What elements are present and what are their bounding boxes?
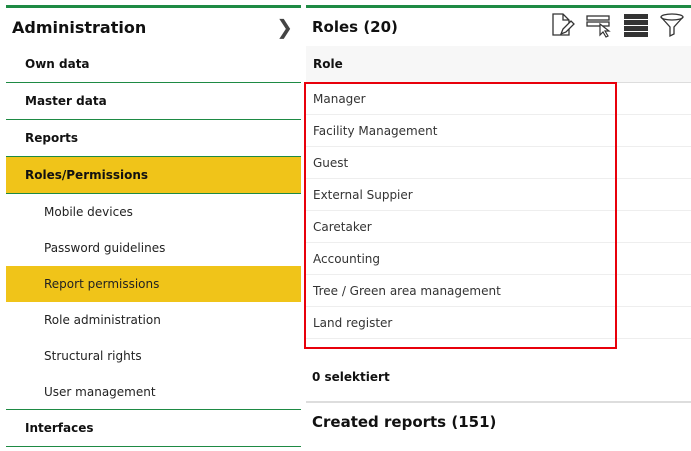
sidebar-item-master-data[interactable]: Master data (6, 83, 301, 120)
sidebar-subitem-user-management[interactable]: User management (6, 374, 301, 410)
table-row[interactable]: Facility Management (306, 115, 691, 147)
selected-count: 0 selektiert (312, 370, 390, 384)
created-reports-title: Created reports (151) (312, 413, 497, 431)
table-row[interactable]: Guest (306, 147, 691, 179)
list-view-icon[interactable] (623, 12, 649, 42)
roles-title: Roles (20) (312, 18, 398, 36)
sidebar-subitem-role-administration[interactable]: Role administration (6, 302, 301, 338)
sidebar-item-interfaces[interactable]: Interfaces (6, 410, 301, 447)
sidebar-subitem-mobile-devices[interactable]: Mobile devices (6, 194, 301, 230)
chevron-right-icon[interactable]: ❯ (276, 15, 293, 39)
edit-document-icon[interactable] (549, 12, 575, 42)
sidebar-title: Administration (12, 17, 147, 37)
sidebar-item-roles-permissions[interactable]: Roles/Permissions (6, 157, 301, 194)
sidebar-subitem-password-guidelines[interactable]: Password guidelines (6, 230, 301, 266)
table-row[interactable]: Land register (306, 307, 691, 339)
roles-panel: Roles (20) Role Manager Facility Managem… (306, 5, 691, 339)
filter-icon[interactable] (659, 12, 685, 42)
table-row[interactable]: External Suppier (306, 179, 691, 211)
table-row[interactable]: Accounting (306, 243, 691, 275)
select-row-icon[interactable] (585, 12, 613, 42)
column-header-role[interactable]: Role (306, 46, 691, 83)
table-row[interactable]: Manager (306, 83, 691, 115)
table-row[interactable]: Caretaker (306, 211, 691, 243)
table-row[interactable]: Tree / Green area management (306, 275, 691, 307)
sidebar-subitem-structural-rights[interactable]: Structural rights (6, 338, 301, 374)
sidebar: Administration ❯ Own data Master data Re… (6, 5, 301, 447)
sidebar-item-own-data[interactable]: Own data (6, 46, 301, 83)
sidebar-item-reports[interactable]: Reports (6, 120, 301, 157)
divider (306, 401, 691, 403)
sidebar-header[interactable]: Administration ❯ (6, 8, 301, 46)
sidebar-subitem-report-permissions[interactable]: Report permissions (6, 266, 301, 302)
